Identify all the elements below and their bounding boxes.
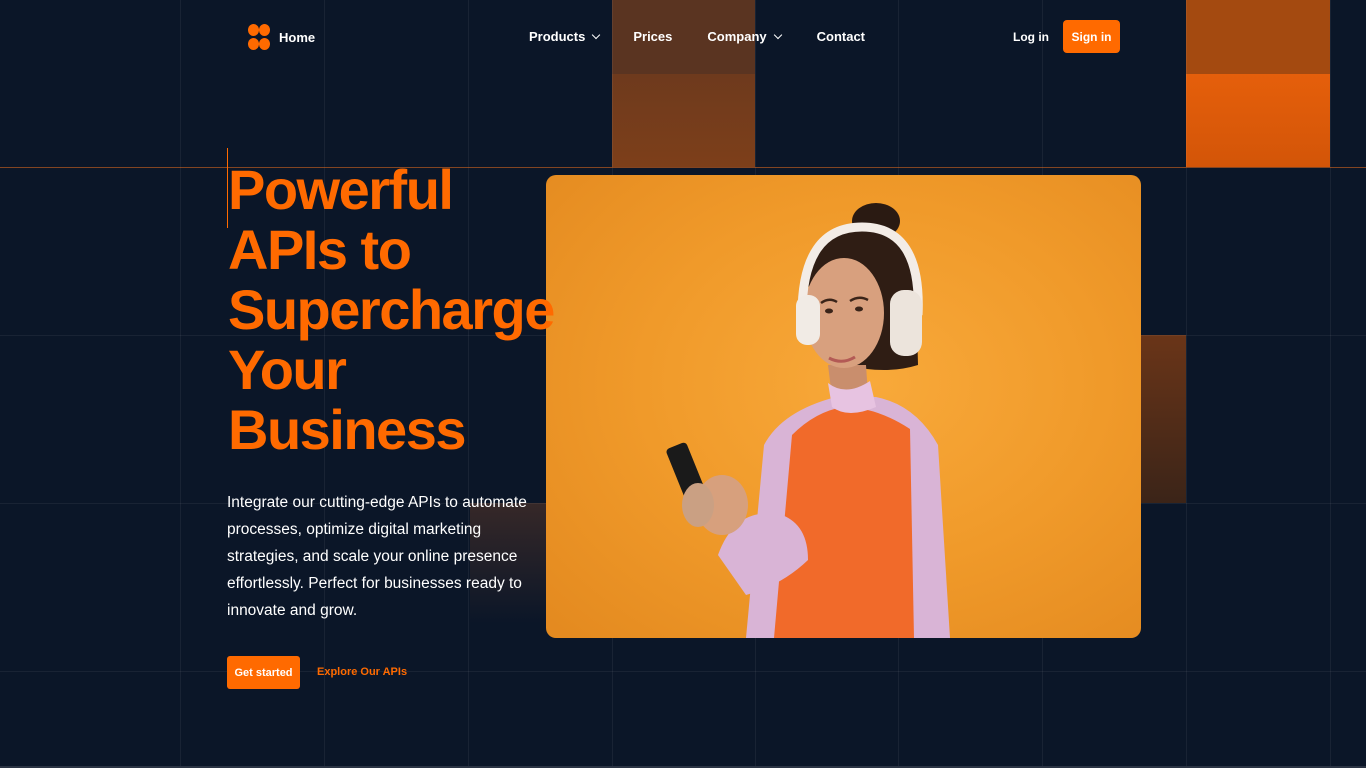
nav-item-label: Prices [633, 29, 673, 44]
brand-logo-icon [248, 24, 270, 50]
headline-line: Your [228, 338, 347, 401]
hero-image [546, 175, 1141, 638]
hero-description: Integrate our cutting-edge APIs to autom… [227, 494, 527, 619]
nav-item-company[interactable]: Company [707, 29, 782, 44]
grid-line [0, 671, 1366, 672]
grid-accent-tile [1186, 74, 1330, 167]
nav-item-label: Company [707, 29, 767, 44]
grid-line [1330, 0, 1331, 768]
grid-line [1186, 0, 1187, 768]
chevron-down-icon [592, 30, 601, 39]
woman-with-headphones-illustration [666, 203, 950, 638]
hero-headline: Powerful APIs to Supercharge Your Busine… [228, 158, 555, 461]
explore-apis-link[interactable]: Explore Our APIs [317, 666, 407, 678]
headline-line: Supercharge [228, 278, 555, 341]
nav-item-contact[interactable]: Contact [817, 29, 865, 44]
nav-item-products[interactable]: Products [529, 29, 601, 44]
grid-line [0, 167, 1366, 168]
nav-item-prices[interactable]: Prices [633, 29, 672, 44]
get-started-button[interactable]: Get started [227, 656, 300, 689]
nav-item-label: Products [529, 29, 586, 44]
signin-button[interactable]: Sign in [1063, 20, 1120, 53]
grid-accent-tile [612, 74, 755, 167]
login-link[interactable]: Log in [1013, 30, 1049, 44]
main-menu: Products Prices Company Contact [529, 29, 865, 44]
brand-name: Home [279, 29, 316, 45]
grid-accent-tile [1140, 335, 1186, 503]
headline-line: APIs to [228, 218, 412, 281]
grid-line [180, 0, 181, 768]
headline-line: Business [228, 398, 467, 461]
chevron-down-icon [773, 30, 782, 39]
home-logo-link[interactable]: Home [248, 24, 315, 50]
top-navigation: Home Products Prices Company Contact Log… [0, 0, 1366, 74]
headline-line: Powerful [228, 158, 454, 221]
nav-item-label: Contact [816, 29, 866, 44]
